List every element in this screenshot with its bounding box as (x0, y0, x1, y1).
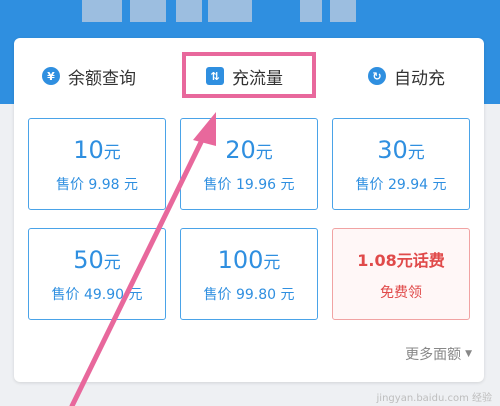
arrow-shaft (69, 133, 207, 406)
watermark: jingyan.baidu.com 经验 (376, 393, 492, 404)
annotation-arrow (69, 112, 216, 406)
arrow-head (193, 112, 216, 146)
